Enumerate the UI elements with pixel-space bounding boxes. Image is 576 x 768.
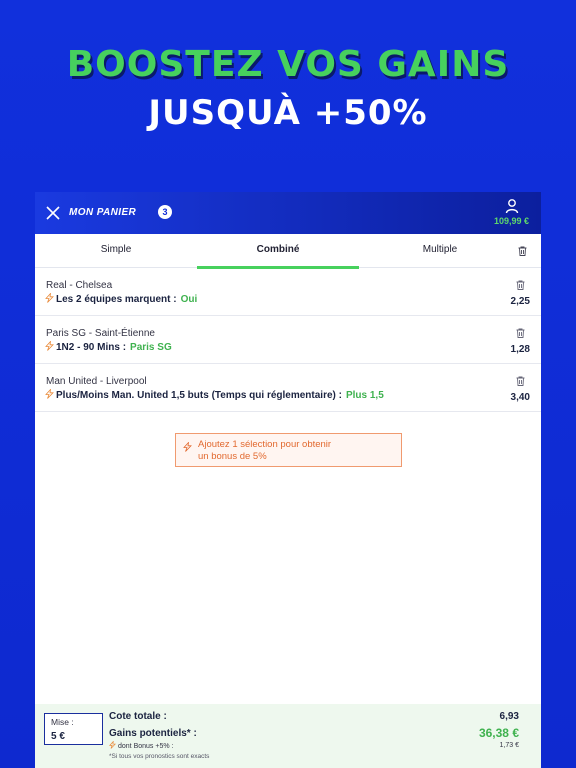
clear-all-trash-icon[interactable] <box>518 246 527 256</box>
selection-item: Man United - Liverpool Plus/Moins Man. U… <box>35 364 541 412</box>
remove-selection-trash-icon[interactable] <box>516 328 525 338</box>
promo-headline: BOOSTEZ VOS GAINS <box>66 44 510 85</box>
boost-bolt-icon <box>109 741 116 749</box>
bonus-amount-label: dont Bonus +5% : <box>109 741 173 750</box>
promo-hero: BOOSTEZ VOS GAINS JUSQUÀ +50% <box>0 44 576 133</box>
remove-selection-trash-icon[interactable] <box>516 376 525 386</box>
bonus-amount-value: 1,73 € <box>499 742 519 749</box>
bet-slip-title: MON PANIER <box>69 207 137 218</box>
selection-pick: Oui <box>180 294 198 305</box>
gains-disclaimer: *Si tous vos pronostics sont exacts <box>109 753 210 760</box>
account-balance: 109,99 € <box>493 216 529 226</box>
close-icon[interactable] <box>45 205 61 221</box>
stake-input[interactable]: Mise : 5 € <box>44 713 103 745</box>
selection-market: 1N2 - 90 Mins : <box>56 342 127 353</box>
boost-bolt-icon <box>45 341 54 351</box>
bet-type-tabs: Simple Combiné Multiple <box>35 234 541 269</box>
stake-value: 5 € <box>51 731 65 742</box>
tab-multiple[interactable]: Multiple <box>359 234 521 268</box>
remove-selection-trash-icon[interactable] <box>516 280 525 290</box>
selection-market-line: Les 2 équipes marquent : Oui <box>45 293 197 305</box>
selection-item: Real - Chelsea Les 2 équipes marquent :O… <box>35 268 541 316</box>
boost-bolt-icon <box>183 442 192 452</box>
selection-odds: 2,25 <box>510 296 530 307</box>
bet-slip-panel: MON PANIER 3 109,99 € Simple Combiné Mul… <box>35 192 541 768</box>
selection-market: Les 2 équipes marquent : <box>56 294 177 305</box>
selection-match: Man United - Liverpool <box>46 376 147 387</box>
selection-pick: Paris SG <box>130 342 172 353</box>
selection-odds: 1,28 <box>510 344 530 355</box>
tab-simple[interactable]: Simple <box>35 234 197 268</box>
selection-match: Paris SG - Saint-Étienne <box>46 328 155 339</box>
potential-gains-label: Gains potentiels* : <box>109 728 197 739</box>
selection-pick: Plus 1,5 <box>345 390 384 401</box>
selection-market-line: Plus/Moins Man. United 1,5 buts (Temps q… <box>45 389 384 401</box>
stake-label: Mise : <box>51 717 74 727</box>
user-icon[interactable] <box>505 198 519 214</box>
total-odds-label: Cote totale : <box>109 711 167 722</box>
selection-market-line: 1N2 - 90 Mins : Paris SG <box>45 341 172 353</box>
boost-bolt-icon <box>45 293 54 303</box>
tab-combine[interactable]: Combiné <box>197 234 359 269</box>
potential-gains-value: 36,38 € <box>478 726 519 740</box>
boost-bolt-icon <box>45 389 54 399</box>
selection-odds: 3,40 <box>510 392 530 403</box>
selection-market: Plus/Moins Man. United 1,5 buts (Temps q… <box>56 390 342 401</box>
selection-item: Paris SG - Saint-Étienne 1N2 - 90 Mins :… <box>35 316 541 364</box>
bonus-hint-line1: Ajoutez 1 sélection pour obtenir <box>198 439 332 450</box>
selection-count-badge: 3 <box>158 205 172 219</box>
bet-slip-header: MON PANIER 3 109,99 € <box>35 192 541 234</box>
total-odds-value: 6,93 <box>499 711 519 722</box>
bonus-hint-line2: un bonus de 5% <box>198 451 267 462</box>
bet-summary-footer: Mise : 5 € Cote totale : Gains potentiel… <box>35 704 541 768</box>
bonus-hint-box: Ajoutez 1 sélection pour obtenir un bonu… <box>175 433 402 467</box>
selection-match: Real - Chelsea <box>46 280 113 291</box>
promo-subheadline: JUSQUÀ +50% <box>148 93 428 133</box>
